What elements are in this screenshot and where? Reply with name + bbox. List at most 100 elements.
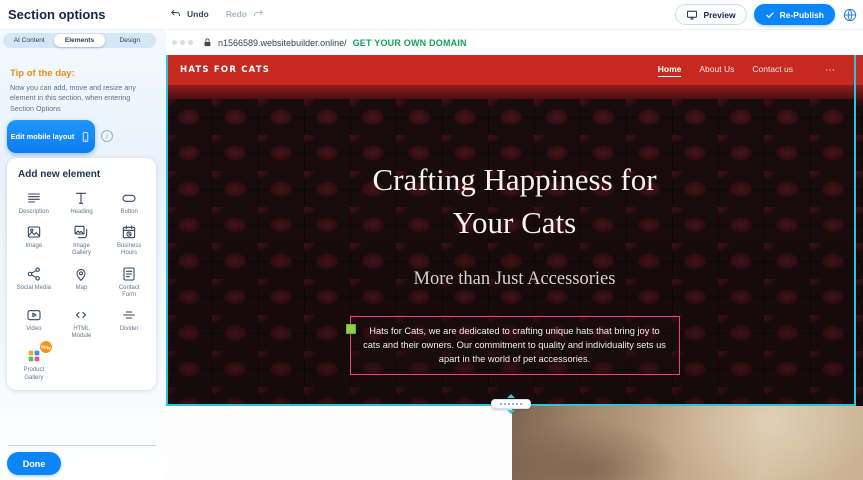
image-gallery-icon: [72, 223, 90, 241]
button-icon: [120, 189, 138, 207]
website-builder-app: Section options Undo Redo Preview: [0, 0, 863, 480]
browser-address-bar: n1566589.websitebuilder.online/ GET YOUR…: [166, 30, 863, 55]
element-label: Map: [76, 285, 88, 292]
hero-text-box[interactable]: Hats for Cats, we are dedicated to craft…: [350, 316, 680, 375]
resize-arrow-up-icon: [507, 394, 515, 398]
element-label: Image Gallery: [63, 243, 99, 257]
add-element-button[interactable]: Button: [105, 185, 153, 219]
nav-contact-us[interactable]: Contact us: [752, 64, 793, 76]
element-label: Video: [26, 326, 41, 333]
globe-icon[interactable]: [842, 7, 858, 23]
element-label: Product Gallery: [16, 367, 52, 381]
element-label: Heading: [70, 209, 92, 216]
add-element-video[interactable]: Video: [10, 302, 58, 343]
edit-mobile-layout-label: Edit mobile layout: [11, 132, 75, 141]
map-pin-icon: [72, 265, 90, 283]
add-element-image-gallery[interactable]: Image Gallery: [58, 219, 106, 260]
republish-label: Re-Publish: [780, 10, 824, 20]
browser-dot-icon: [172, 40, 177, 45]
edit-mobile-layout-button[interactable]: Edit mobile layout: [7, 120, 95, 153]
add-element-product-gallery[interactable]: NEW Product Gallery: [10, 343, 58, 384]
element-label: Description: [19, 209, 49, 216]
tab-ai-content[interactable]: AI Content: [4, 34, 54, 47]
html-code-icon: [72, 306, 90, 324]
add-element-social-media[interactable]: Social Media: [10, 261, 58, 302]
add-element-description[interactable]: Description: [10, 185, 58, 219]
phone-icon: [80, 130, 91, 144]
next-page-section: [166, 406, 863, 480]
resize-grip: [491, 399, 531, 409]
element-drag-handle[interactable]: [346, 324, 356, 334]
undo-button[interactable]: Undo: [187, 9, 209, 19]
redo-button[interactable]: Redo: [226, 9, 247, 19]
add-element-title: Add new element: [18, 169, 156, 180]
site-navigation: Home About Us Contact us ⋯: [658, 64, 847, 77]
browser-dot-icon: [188, 40, 193, 45]
element-label: Divider: [120, 326, 139, 333]
add-element-business-hours[interactable]: Business Hours: [105, 219, 153, 260]
add-element-image[interactable]: Image: [10, 219, 58, 260]
site-header: HATS FOR CATS Home About Us Contact us ⋯: [166, 55, 863, 85]
section-resize-handle[interactable]: [489, 394, 533, 416]
contact-form-icon: [120, 265, 138, 283]
description-icon: [25, 189, 43, 207]
business-hours-icon: [120, 223, 138, 241]
tab-design[interactable]: Design: [105, 34, 155, 47]
element-grid: Description Heading Button: [7, 183, 156, 387]
add-element-divider[interactable]: Divider: [105, 302, 153, 343]
add-element-html-module[interactable]: HTML Module: [58, 302, 106, 343]
preview-button[interactable]: Preview: [675, 4, 746, 25]
heading-icon: [72, 189, 90, 207]
nav-about-us[interactable]: About Us: [699, 64, 734, 76]
sidebar-tabs: AI Content Elements Design: [3, 33, 156, 48]
page-title: Section options: [8, 7, 106, 22]
add-element-heading[interactable]: Heading: [58, 185, 106, 219]
done-button[interactable]: Done: [7, 452, 61, 475]
sand-texture-image: [512, 406, 863, 480]
sidebar-divider: [8, 445, 156, 446]
element-label: Button: [120, 209, 137, 216]
section-options-sidebar: AI Content Elements Design Tip of the da…: [0, 30, 166, 480]
redo-icon[interactable]: [252, 8, 264, 20]
top-right-actions: Preview Re-Publish: [675, 4, 858, 25]
element-label: Business Hours: [111, 243, 147, 257]
preview-label: Preview: [703, 10, 735, 20]
add-element-contact-form[interactable]: Contact Form: [105, 261, 153, 302]
section-selection-border-left: [166, 55, 168, 406]
hero-section: Crafting Happiness for Your Cats More th…: [166, 99, 863, 406]
tip-of-the-day-title: Tip of the day:: [10, 68, 75, 79]
add-element-map[interactable]: Map: [58, 261, 106, 302]
check-icon: [765, 10, 775, 20]
history-controls: Undo Redo: [170, 8, 264, 20]
info-icon[interactable]: i: [101, 130, 113, 142]
element-label: Image: [25, 243, 42, 250]
add-element-panel: Add new element Description Heading: [7, 158, 156, 390]
republish-button[interactable]: Re-Publish: [754, 4, 835, 25]
hero-heading[interactable]: Crafting Happiness for Your Cats: [354, 159, 676, 245]
divider-icon: [120, 306, 138, 324]
social-media-icon: [25, 265, 43, 283]
tip-of-the-day-body: Now you can add, move and resize any ele…: [10, 83, 153, 114]
image-icon: [25, 223, 43, 241]
nav-home[interactable]: Home: [658, 64, 682, 77]
resize-arrow-down-icon: [507, 410, 515, 414]
hero-subheading[interactable]: More than Just Accessories: [166, 269, 863, 290]
video-icon: [25, 306, 43, 324]
element-label: HTML Module: [63, 326, 99, 340]
editor-canvas: n1566589.websitebuilder.online/ GET YOUR…: [166, 30, 863, 480]
hero-top-strip: [166, 85, 863, 99]
lock-icon: [202, 37, 213, 48]
nav-more-menu[interactable]: ⋯: [825, 65, 835, 76]
element-label: Social Media: [17, 285, 51, 292]
element-label: Contact Form: [111, 285, 147, 299]
tab-elements[interactable]: Elements: [54, 34, 104, 47]
monitor-icon: [686, 9, 698, 21]
top-toolbar: Section options Undo Redo Preview: [0, 0, 863, 30]
get-your-own-domain-link[interactable]: GET YOUR OWN DOMAIN: [353, 38, 467, 48]
site-logo[interactable]: HATS FOR CATS: [180, 65, 270, 75]
site-url[interactable]: n1566589.websitebuilder.online/: [218, 38, 347, 48]
browser-dot-icon: [180, 40, 185, 45]
undo-icon[interactable]: [170, 8, 182, 20]
section-selection-border-right: [854, 55, 856, 406]
grip-dots-icon: [500, 403, 522, 405]
